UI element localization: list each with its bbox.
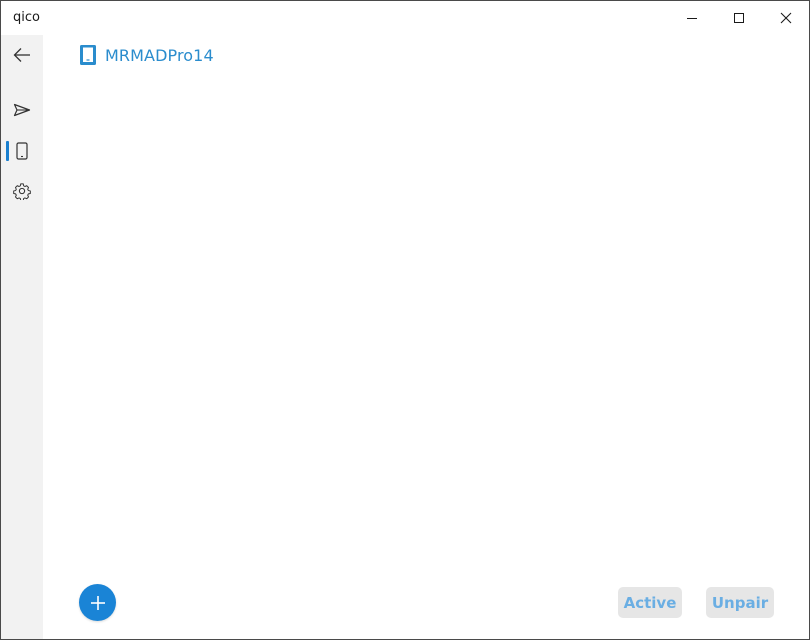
gear-icon [13, 183, 31, 200]
phone-device-icon [80, 45, 96, 65]
sidebar-item-send[interactable] [1, 90, 43, 130]
plus-icon [90, 595, 105, 610]
unpair-button[interactable]: Unpair [706, 587, 774, 618]
close-button[interactable] [763, 1, 809, 35]
app-title: qico [13, 10, 40, 25]
send-icon [13, 103, 31, 117]
active-button[interactable]: Active [618, 587, 682, 618]
device-name: MRMADPro14 [105, 45, 214, 65]
maximize-icon [734, 13, 744, 23]
minimize-button[interactable] [669, 1, 715, 35]
add-device-button[interactable] [79, 584, 116, 621]
maximize-button[interactable] [716, 1, 762, 35]
navigation-rail [1, 35, 43, 639]
app-window: qico MRMADPro14 Active Unpair [0, 0, 810, 640]
sidebar-item-devices[interactable] [1, 131, 43, 171]
close-icon [780, 12, 792, 24]
back-arrow-icon [13, 48, 30, 62]
back-button[interactable] [1, 35, 43, 75]
minimize-icon [687, 18, 697, 19]
device-header[interactable]: MRMADPro14 [79, 43, 214, 67]
title-bar[interactable]: qico [1, 1, 809, 35]
phone-device-icon [16, 142, 28, 160]
sidebar-item-settings[interactable] [1, 171, 43, 211]
